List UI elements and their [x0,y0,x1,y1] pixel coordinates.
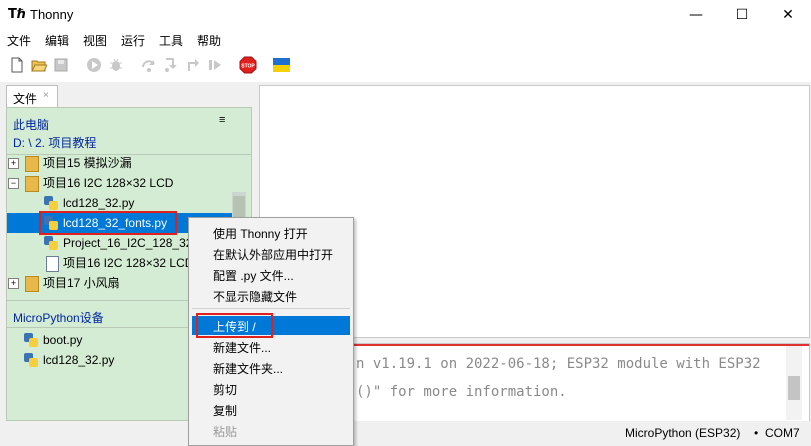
tab-files[interactable]: 文件 × [6,85,58,108]
panel-menu-icon[interactable]: ≡ [219,114,225,126]
menu-separator [192,308,350,309]
python-file-icon [24,353,38,367]
folder-icon [25,276,39,292]
device-header[interactable]: MicroPython设备 [13,309,104,326]
collapse-icon[interactable]: − [8,178,19,189]
current-path[interactable]: D: \ 2. 项目教程 [13,134,96,151]
menu-copy[interactable]: 复制 [213,402,237,419]
run-icon[interactable] [86,57,102,73]
shell-scroll-thumb[interactable] [788,376,800,400]
port-status[interactable]: COM7 [765,426,800,440]
tab-files-label: 文件 [13,92,38,106]
shell-line-1: n v1.19.1 on 2022-06-18; ESP32 module wi… [356,356,761,372]
debug-icon[interactable] [108,57,124,73]
tree-label: 项目16 I2C 128×32 LCD [43,176,174,190]
text-file-icon [46,256,59,272]
minimize-button[interactable]: — [673,0,719,30]
folder-icon [25,156,39,172]
tree-label: 项目15 模拟沙漏 [43,156,132,170]
menu-cut[interactable]: 剪切 [213,381,237,398]
open-file-icon[interactable] [31,57,47,73]
stop-label: STOP [241,64,255,70]
status-bar: MicroPython (ESP32) • COM7 [0,421,811,444]
tree-label: lcd128_32.py [43,353,115,367]
close-button[interactable]: ✕ [765,0,811,30]
expand-icon[interactable]: + [8,158,19,169]
status-separator: • [754,426,759,440]
highlight-box [196,313,273,338]
step-out-icon[interactable] [185,57,201,73]
save-icon[interactable] [53,57,69,73]
tree-row-file[interactable]: lcd128_32.py [7,193,233,213]
highlight-box [39,211,177,235]
tree-row-folder[interactable]: − 项目16 I2C 128×32 LCD [7,173,233,193]
menu-bar: 文件 编辑 视图 运行 工具 帮助 [0,30,811,50]
menu-view[interactable]: 视图 [83,32,107,49]
menu-file[interactable]: 文件 [7,32,31,49]
resume-icon[interactable] [207,57,223,73]
tree-label: Project_16_I2C_128_32 [63,236,193,250]
menu-run[interactable]: 运行 [121,32,145,49]
menu-edit[interactable]: 编辑 [45,32,69,49]
tree-label: 项目17 小风扇 [43,276,120,290]
ukraine-flag-icon[interactable] [273,58,290,72]
python-file-icon [44,236,58,250]
shell-line-2: ()" for more information. [356,384,567,400]
menu-hide-hidden[interactable]: 不显示隐藏文件 [213,288,297,305]
menu-configure-py[interactable]: 配置 .py 文件... [213,267,294,284]
thonny-app-icon: Tℏ [8,7,27,22]
interpreter-status[interactable]: MicroPython (ESP32) [625,426,740,440]
menu-new-folder[interactable]: 新建文件夹... [213,360,283,377]
tab-close-icon[interactable]: × [43,90,49,101]
menu-open-external[interactable]: 在默认外部应用中打开 [213,246,333,263]
new-file-icon[interactable] [9,57,25,73]
menu-new-file[interactable]: 新建文件... [213,339,271,356]
window-title: Thonny [30,7,74,22]
toolbar: STOP [0,50,811,82]
this-pc-label[interactable]: 此电脑 [13,116,49,133]
menu-help[interactable]: 帮助 [197,32,221,49]
maximize-button[interactable]: ☐ [719,0,765,30]
python-file-icon [44,196,58,210]
stop-icon[interactable]: STOP [239,56,257,74]
title-bar: Tℏ Thonny — ☐ ✕ [0,0,811,30]
step-into-icon[interactable] [163,57,179,73]
tree-label: 项目16 I2C 128×32 LCD [63,256,194,270]
tree-label: lcd128_32.py [63,196,135,210]
tree-label: boot.py [43,333,83,347]
context-menu: 使用 Thonny 打开 在默认外部应用中打开 配置 .py 文件... 不显示… [188,217,354,446]
menu-paste[interactable]: 粘贴 [213,423,237,440]
menu-tools[interactable]: 工具 [159,32,183,49]
menu-open-in-thonny[interactable]: 使用 Thonny 打开 [213,225,308,242]
python-file-icon [24,333,38,347]
step-over-icon[interactable] [141,57,157,73]
tree-row-folder[interactable]: + 项目15 模拟沙漏 [7,153,233,173]
expand-icon[interactable]: + [8,278,19,289]
folder-icon [25,176,39,192]
